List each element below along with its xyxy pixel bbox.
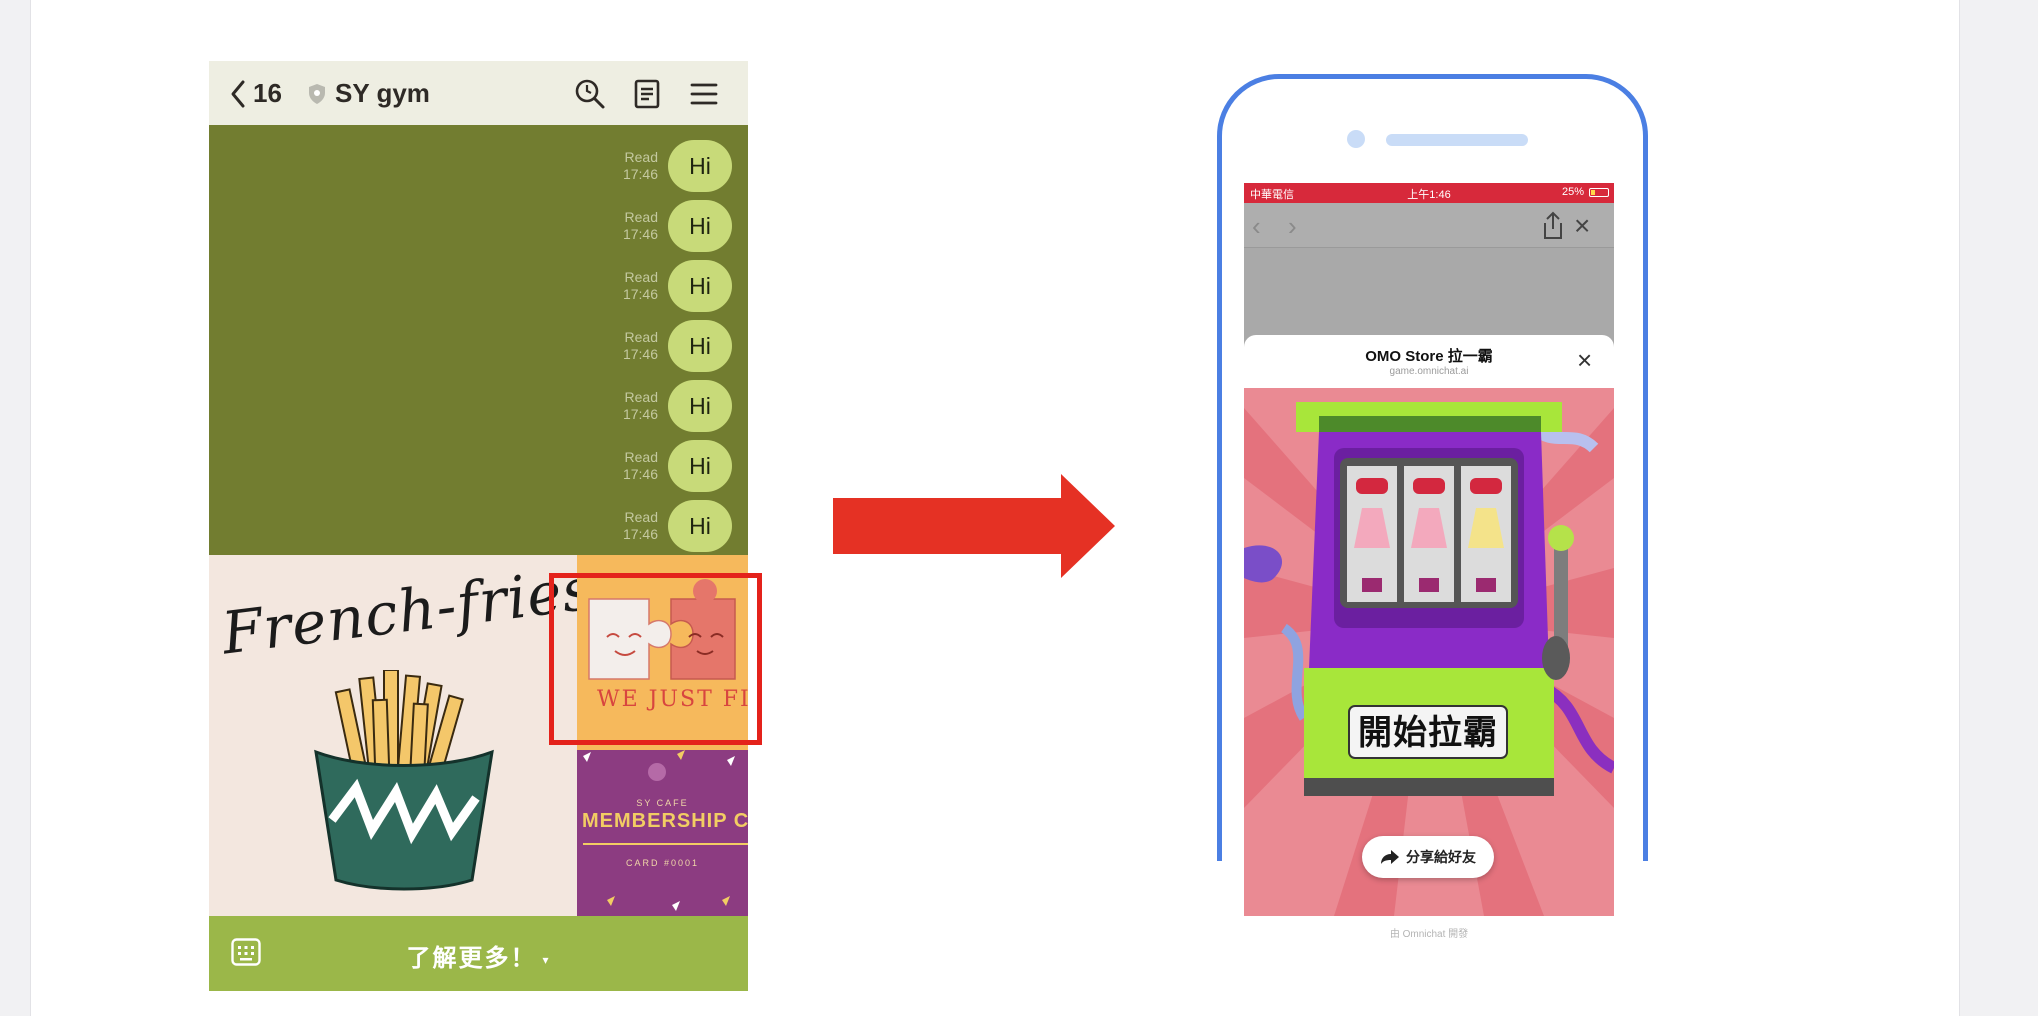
card-title: MEMBERSHIP CARD bbox=[582, 810, 748, 832]
read-status: Read bbox=[624, 209, 658, 225]
message-bubble[interactable]: Hi bbox=[668, 320, 732, 372]
chat-header: 16 SY gym bbox=[209, 61, 748, 125]
card-number: CARD #0001 bbox=[625, 858, 700, 868]
search-icon[interactable] bbox=[573, 77, 607, 111]
message-time: 17:46 bbox=[622, 166, 658, 182]
menu-icon[interactable] bbox=[687, 77, 721, 111]
card-brand: SY CAFE bbox=[636, 798, 689, 808]
share-icon[interactable] bbox=[1540, 211, 1566, 241]
liff-sheet-header: OMO Store 拉一霸 game.omnichat.ai × bbox=[1244, 335, 1614, 388]
fit-text: WE JUST FIT. bbox=[597, 687, 748, 712]
rich-menu-membership-card[interactable]: SY CAFE MEMBERSHIP CARD CARD #0001 bbox=[577, 750, 748, 916]
read-status: Read bbox=[624, 329, 658, 345]
message-bubble[interactable]: Hi bbox=[668, 500, 732, 552]
message-time: 17:46 bbox=[622, 286, 658, 302]
status-time: 上午1:46 bbox=[1407, 189, 1451, 201]
list-item: Read 17:46 Hi bbox=[623, 200, 732, 252]
share-arrow-icon bbox=[1381, 850, 1399, 864]
puzzle-pieces-icon bbox=[588, 579, 736, 680]
sheet-close-icon[interactable]: × bbox=[1577, 345, 1592, 376]
share-to-friends-button[interactable]: 分享給好友 bbox=[1362, 836, 1494, 878]
read-status: Read bbox=[624, 389, 658, 405]
rich-menu-we-just-fit[interactable]: WE JUST FIT. bbox=[577, 555, 748, 750]
unread-count: 16 bbox=[253, 78, 282, 108]
fries-title: French-fries bbox=[218, 554, 597, 668]
share-button-label: 分享給好友 bbox=[1406, 849, 1476, 865]
message-time: 17:46 bbox=[622, 406, 658, 422]
close-icon[interactable]: × bbox=[1574, 210, 1590, 242]
message-time: 17:46 bbox=[622, 526, 658, 542]
start-spin-button[interactable]: 開始拉霸 bbox=[1349, 705, 1507, 754]
battery-icon bbox=[1589, 188, 1609, 197]
slot-machine-game: 開始拉霸 分享給好友 bbox=[1244, 388, 1614, 916]
card-divider bbox=[583, 843, 748, 845]
browser-back-icon[interactable]: ‹ bbox=[1252, 211, 1261, 242]
message-bubble[interactable]: Hi bbox=[668, 380, 732, 432]
phone-screen: 中華電信 上午1:46 25% ‹ › × OMO Store 拉一霸 game… bbox=[1244, 183, 1614, 916]
message-bubble[interactable]: Hi bbox=[668, 260, 732, 312]
read-status: Read bbox=[624, 269, 658, 285]
list-item: Read 17:46 Hi bbox=[623, 320, 732, 372]
rich-menu: French-fries WE JUST FI SY CAFE MEMBERSH… bbox=[209, 555, 748, 916]
chat-messages[interactable]: Read 17:46 Hi Read 17:46 Hi Read 17:46 Hi R… bbox=[209, 125, 748, 555]
notes-icon[interactable] bbox=[630, 77, 664, 111]
chat-footer: 了解更多！ ▾ bbox=[209, 916, 748, 991]
list-item: Read 17:46 Hi bbox=[623, 260, 732, 312]
message-time: 17:46 bbox=[622, 226, 658, 242]
browser-forward-icon[interactable]: › bbox=[1288, 211, 1297, 242]
line-chat-screenshot: 16 SY gym Read 17:46 Hi Read 17:46 Hi Read… bbox=[209, 61, 748, 991]
rich-menu-toggle[interactable]: 了解更多！ ▾ bbox=[209, 938, 748, 973]
speaker-grille bbox=[1386, 134, 1528, 146]
read-status: Read bbox=[624, 449, 658, 465]
room-title: SY gym bbox=[307, 78, 430, 109]
list-item: Read 17:46 Hi bbox=[623, 380, 732, 432]
chevron-left-icon bbox=[231, 80, 245, 107]
caret-down-icon: ▾ bbox=[542, 952, 551, 967]
french-fries-icon bbox=[314, 670, 494, 891]
back-button[interactable]: 16 bbox=[229, 78, 282, 109]
arrow-right-icon bbox=[833, 474, 1115, 578]
room-name: SY gym bbox=[335, 78, 430, 108]
powered-by-credit: 由 Omnichat 開發 bbox=[1389, 929, 1469, 940]
rich-menu-french-fries[interactable]: French-fries bbox=[209, 555, 597, 916]
status-bar: 中華電信 上午1:46 25% bbox=[1244, 183, 1614, 203]
read-status: Read bbox=[624, 509, 658, 525]
message-time: 17:46 bbox=[622, 346, 658, 362]
sheet-domain: game.omnichat.ai bbox=[1389, 366, 1469, 377]
message-bubble[interactable]: Hi bbox=[668, 440, 732, 492]
message-time: 17:46 bbox=[622, 466, 658, 482]
message-bubble[interactable]: Hi bbox=[668, 140, 732, 192]
confetti-decoration-icon bbox=[583, 750, 735, 911]
rich-menu-toggle-label: 了解更多！ bbox=[406, 945, 537, 972]
list-item: Read 17:46 Hi bbox=[623, 440, 732, 492]
battery-percent: 25% bbox=[1561, 186, 1584, 198]
list-item: Read 17:46 Hi bbox=[623, 140, 732, 192]
camera-dot bbox=[1347, 130, 1365, 148]
sheet-title: OMO Store 拉一霸 bbox=[1365, 348, 1493, 365]
shield-icon bbox=[309, 83, 325, 104]
message-bubble[interactable]: Hi bbox=[668, 200, 732, 252]
browser-toolbar: ‹ › × bbox=[1244, 203, 1614, 248]
read-status: Read bbox=[624, 149, 658, 165]
list-item: Read 17:46 Hi bbox=[623, 500, 732, 552]
